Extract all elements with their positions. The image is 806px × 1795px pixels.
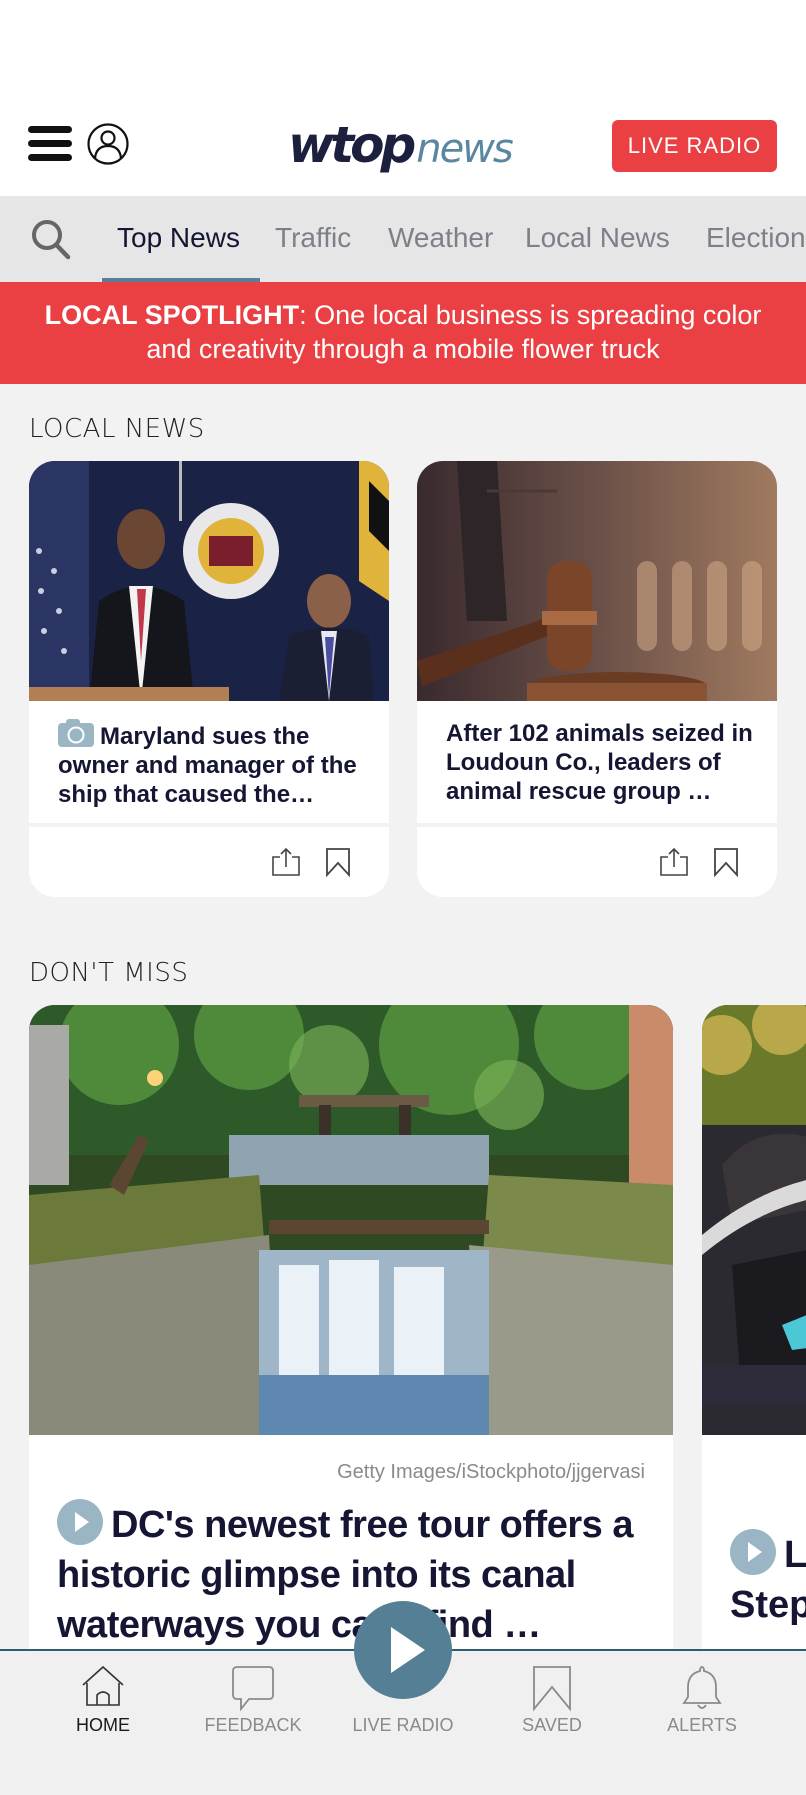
featured-card-partial[interactable]: L Step <box>702 1005 806 1705</box>
tab-local-news[interactable]: Local News <box>525 222 670 254</box>
tab-traffic[interactable]: Traffic <box>275 222 351 254</box>
nav-label: LIVE RADIO <box>352 1715 454 1735</box>
tab-top-news[interactable]: Top News <box>117 222 240 254</box>
canal-lock-image <box>29 1005 673 1435</box>
nav-label: HOME <box>76 1715 130 1735</box>
home-icon <box>82 1665 124 1706</box>
live-radio-play-button[interactable] <box>354 1601 452 1699</box>
bookmark-icon <box>533 1666 571 1711</box>
press-conference-image <box>29 461 389 701</box>
bell-icon <box>682 1666 722 1709</box>
share-icon <box>272 847 300 876</box>
headline-text: Step <box>730 1584 806 1626</box>
app-header: wtop news LIVE RADIO <box>0 96 806 196</box>
card-actions <box>417 823 777 897</box>
nav-label: ALERTS <box>667 1715 737 1735</box>
headline-text: DC's newest free tour offers a historic … <box>57 1504 633 1646</box>
headline-text: L <box>784 1534 806 1576</box>
featured-card[interactable]: Getty Images/iStockphoto/jjgervasi DC's … <box>29 1005 673 1705</box>
featured-headline[interactable]: DC's newest free tour offers a historic … <box>57 1499 647 1650</box>
card-headline[interactable]: After 102 animals seized in Loudoun Co.,… <box>446 719 753 806</box>
user-icon <box>87 123 129 165</box>
bookmark-button[interactable] <box>713 847 739 882</box>
bookmark-icon <box>714 848 738 878</box>
nav-alerts[interactable]: ALERTS <box>627 1651 777 1761</box>
bookmark-icon <box>326 848 350 878</box>
tab-election[interactable]: Election <box>706 222 806 254</box>
app-screen: wtop news LIVE RADIO Top News Traffic We… <box>0 0 806 1795</box>
vehicle-image <box>702 1005 806 1435</box>
menu-icon-bar <box>28 154 72 161</box>
logo-news: news <box>416 126 514 172</box>
section-tabs: Top News Traffic Weather Local News Elec… <box>0 196 806 282</box>
nav-label: FEEDBACK <box>204 1715 302 1735</box>
menu-icon-bar <box>28 126 72 133</box>
video-play-icon <box>730 1529 776 1575</box>
chat-bubble-icon <box>232 1666 274 1711</box>
menu-icon-bar <box>28 140 72 147</box>
nav-feedback[interactable]: FEEDBACK <box>178 1651 328 1761</box>
bookmark-button[interactable] <box>325 847 351 882</box>
camera-icon <box>58 719 94 747</box>
spotlight-prefix: LOCAL SPOTLIGHT <box>44 300 300 330</box>
share-icon <box>660 847 688 876</box>
menu-button[interactable] <box>28 126 72 162</box>
live-radio-button[interactable]: LIVE RADIO <box>612 120 777 172</box>
share-button[interactable] <box>271 847 301 882</box>
search-icon <box>32 220 71 260</box>
nav-label: SAVED <box>522 1715 582 1735</box>
logo-wtop: wtop <box>288 116 416 174</box>
search-button[interactable] <box>28 216 76 264</box>
nav-saved[interactable]: SAVED <box>477 1651 627 1761</box>
wtop-news-logo[interactable]: wtop news <box>288 116 514 176</box>
section-title-local-news: LOCAL NEWS <box>29 414 205 444</box>
section-title-dont-miss: DON'T MISS <box>29 958 189 988</box>
video-play-icon <box>57 1499 103 1545</box>
card-headline[interactable]: Maryland sues the owner and manager of t… <box>58 719 365 809</box>
tab-weather[interactable]: Weather <box>388 222 493 254</box>
gavel-image <box>417 461 777 701</box>
status-bar-area <box>0 0 806 96</box>
news-card[interactable]: Maryland sues the owner and manager of t… <box>29 461 389 897</box>
profile-button[interactable] <box>86 122 130 166</box>
news-card[interactable]: After 102 animals seized in Loudoun Co.,… <box>417 461 777 897</box>
headline-text: Maryland sues the owner and manager of t… <box>58 723 357 808</box>
photo-credit: Getty Images/iStockphoto/jjgervasi <box>337 1461 645 1483</box>
nav-home[interactable]: HOME <box>28 1651 178 1761</box>
local-spotlight-banner[interactable]: LOCAL SPOTLIGHT: One local business is s… <box>0 282 806 384</box>
featured-headline[interactable]: L Step <box>730 1529 806 1630</box>
share-button[interactable] <box>659 847 689 882</box>
card-actions <box>29 823 389 897</box>
